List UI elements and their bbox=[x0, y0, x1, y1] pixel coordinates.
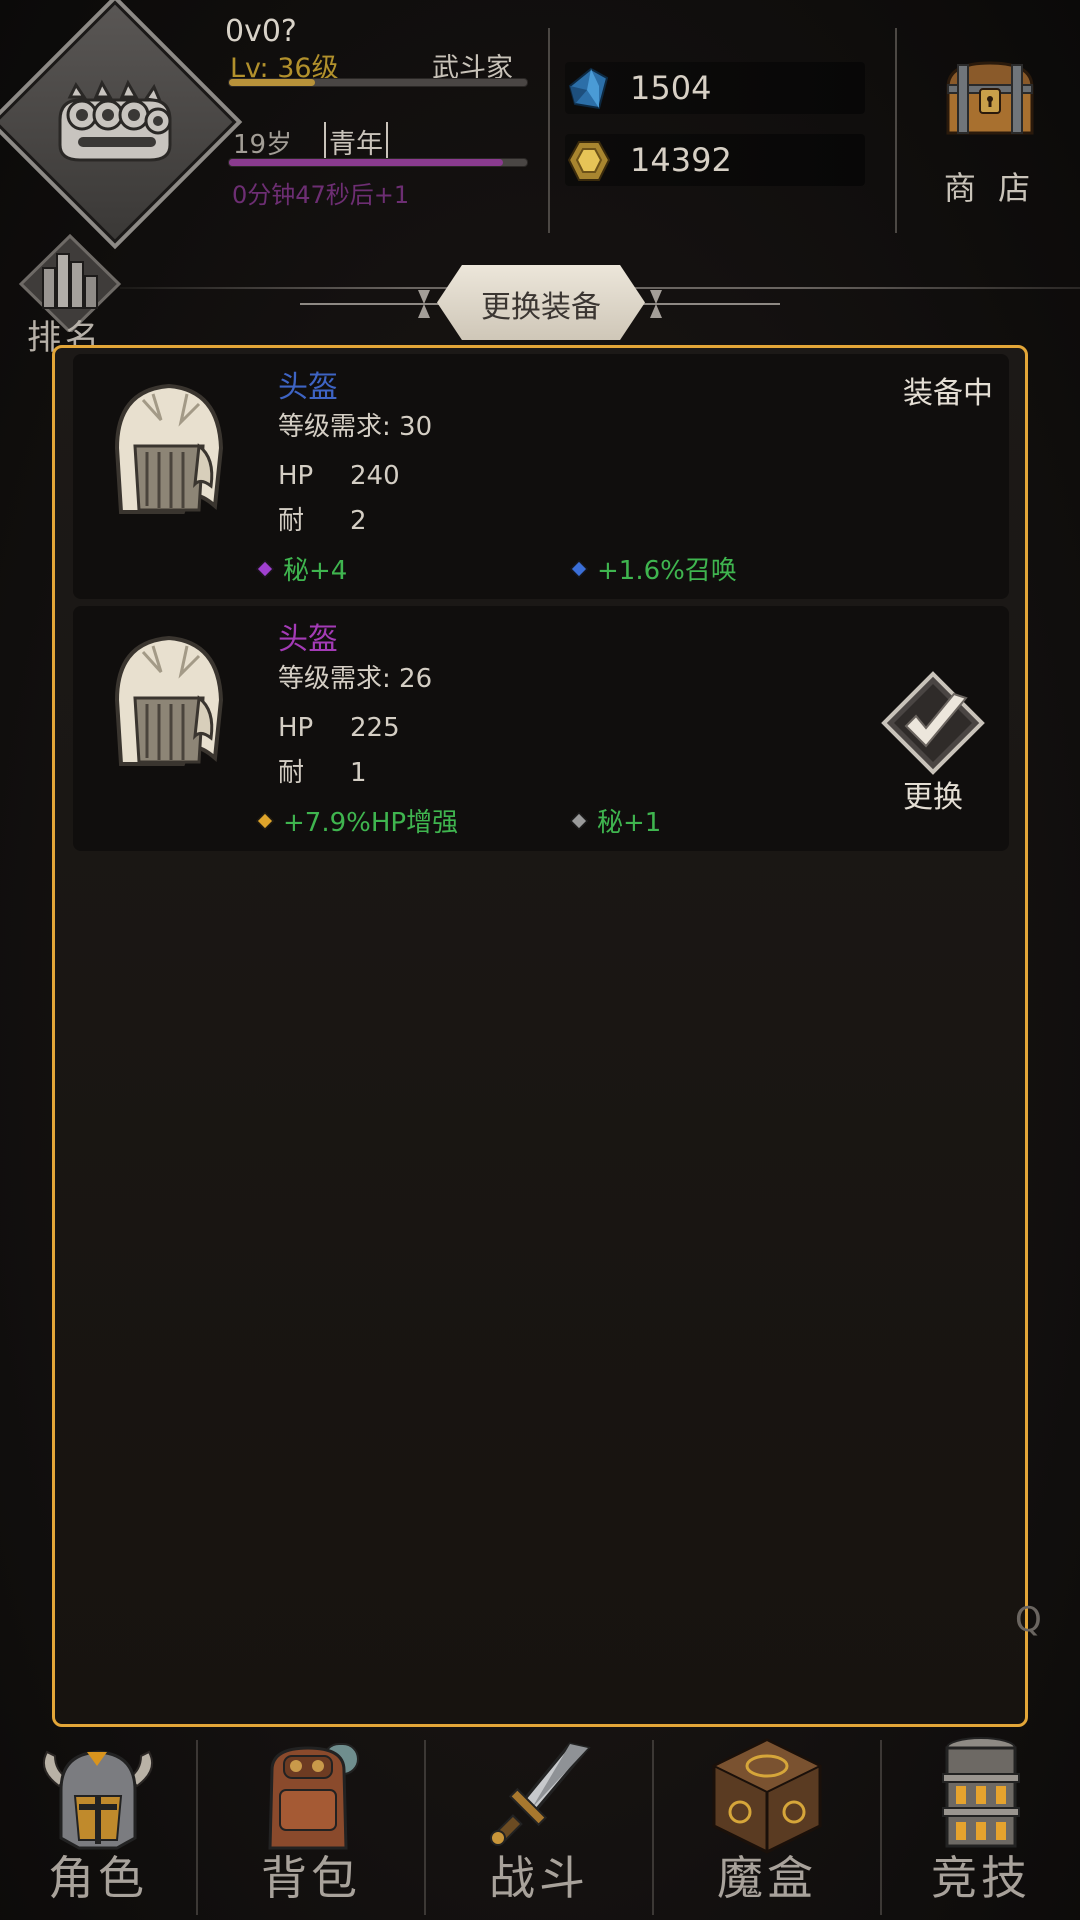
equipped-status: 装备中 bbox=[903, 376, 993, 411]
magic-box-icon bbox=[711, 1738, 823, 1854]
nav-label: 战斗 bbox=[489, 1851, 589, 1905]
checkmark-icon bbox=[881, 671, 985, 775]
affix-text: 秘+1 bbox=[597, 808, 662, 838]
age-bar bbox=[228, 158, 528, 167]
nav-item-arena[interactable]: 竞技 bbox=[882, 1730, 1080, 1920]
hp-label: HP bbox=[278, 461, 314, 491]
durability-stat: 耐2 bbox=[278, 500, 367, 537]
level-requirement: 等级需求: 30 bbox=[278, 412, 433, 442]
helmet-item-icon bbox=[114, 383, 224, 514]
durability-value: 1 bbox=[350, 758, 367, 788]
panel-title: 更换装备 bbox=[481, 290, 601, 325]
active-tab-indicator-icon bbox=[87, 1752, 107, 1766]
sword-icon bbox=[490, 1742, 591, 1846]
age-bar-fill bbox=[229, 159, 504, 166]
hp-value: 225 bbox=[350, 713, 400, 743]
nav-label: 背包 bbox=[261, 1851, 361, 1905]
shop-label: 商 店 bbox=[943, 169, 1037, 207]
nav-item-magic-box[interactable]: 魔盒 bbox=[654, 1730, 880, 1920]
gem-counter: 1504 bbox=[565, 62, 865, 114]
affix: 秘+1 bbox=[570, 802, 662, 839]
affix-text: +7.9%HP增强 bbox=[283, 808, 459, 838]
affix: +7.9%HP增强 bbox=[256, 802, 459, 839]
equipment-card[interactable]: 头盔 等级需求: 30 HP 240 耐2 秘+4 +1.6%召唤 装备中 bbox=[73, 354, 1009, 599]
faint-glyph: Q bbox=[1015, 1600, 1042, 1640]
durability-label: 耐 bbox=[278, 758, 305, 788]
xp-bar-fill bbox=[229, 79, 316, 86]
equipment-panel: 头盔 等级需求: 30 HP240 耐2 秘+4 +1.6%召唤 装备中 头盔 bbox=[52, 345, 1028, 1727]
treasure-chest-icon bbox=[946, 61, 1034, 135]
gold-count: 14392 bbox=[630, 141, 732, 179]
helmet-item-icon bbox=[114, 635, 224, 766]
hp-value: 240 bbox=[350, 461, 400, 491]
replace-label: 更换 bbox=[903, 780, 963, 815]
item-name: 头盔 bbox=[278, 370, 338, 405]
replace-button[interactable]: 更换 bbox=[873, 668, 993, 818]
nav-label: 魔盒 bbox=[717, 1851, 817, 1905]
xp-bar bbox=[228, 78, 528, 87]
affix-gem-icon bbox=[256, 560, 274, 578]
durability-stat: 耐1 bbox=[278, 752, 367, 789]
life-stage-label: 青年 bbox=[324, 122, 388, 161]
durability-value: 2 bbox=[350, 506, 367, 536]
level-requirement: 等级需求: 26 bbox=[278, 664, 433, 694]
hp-label: HP bbox=[278, 713, 314, 743]
gold-coin-icon bbox=[567, 141, 611, 181]
nav-item-battle[interactable]: 战斗 bbox=[426, 1730, 652, 1920]
item-name: 头盔 bbox=[278, 622, 338, 657]
age-text: 19岁 bbox=[233, 130, 293, 160]
nav-item-backpack[interactable]: 背包 bbox=[198, 1730, 424, 1920]
blue-gem-icon bbox=[568, 67, 609, 110]
affix-text: 秘+4 bbox=[283, 556, 348, 586]
hp-stat: HP 240 bbox=[278, 461, 400, 491]
nav-label: 竞技 bbox=[931, 1851, 1031, 1905]
equipment-card[interactable]: 头盔 等级需求: 26 HP 225 耐1 +7.9%HP增强 秘+1 更换 bbox=[73, 606, 1009, 851]
bottom-navigation: 角色 背包 战斗 魔盒 竞技 bbox=[0, 1730, 1080, 1920]
player-header: 0v0? Lv: 36级 武斗家 19岁 青年 0分钟47秒后+1 1504 1… bbox=[0, 0, 1080, 250]
helmet-icon bbox=[43, 1750, 153, 1850]
durability-label: 耐 bbox=[278, 506, 305, 536]
gem-count: 1504 bbox=[630, 69, 712, 107]
affix-gem-icon bbox=[570, 812, 588, 830]
affix-gem-icon bbox=[570, 560, 588, 578]
player-name: 0v0? bbox=[225, 14, 297, 49]
header-divider bbox=[895, 28, 897, 233]
brass-knuckles-icon bbox=[58, 79, 172, 162]
backpack-icon bbox=[268, 1743, 359, 1850]
hp-stat: HP 225 bbox=[278, 713, 400, 743]
age-timer: 0分钟47秒后+1 bbox=[232, 181, 410, 209]
gold-counter: 14392 bbox=[565, 134, 865, 186]
shop-button[interactable]: 商 店 bbox=[920, 55, 1060, 215]
ranking-button[interactable]: 排名 bbox=[15, 232, 125, 358]
affix: +1.6%召唤 bbox=[570, 550, 737, 587]
affix-text: +1.6%召唤 bbox=[597, 556, 737, 586]
nav-label: 角色 bbox=[48, 1851, 148, 1905]
tower-icon bbox=[942, 1737, 1020, 1848]
header-divider bbox=[548, 28, 550, 233]
affix-gem-icon bbox=[256, 812, 274, 830]
affix: 秘+4 bbox=[256, 550, 348, 587]
